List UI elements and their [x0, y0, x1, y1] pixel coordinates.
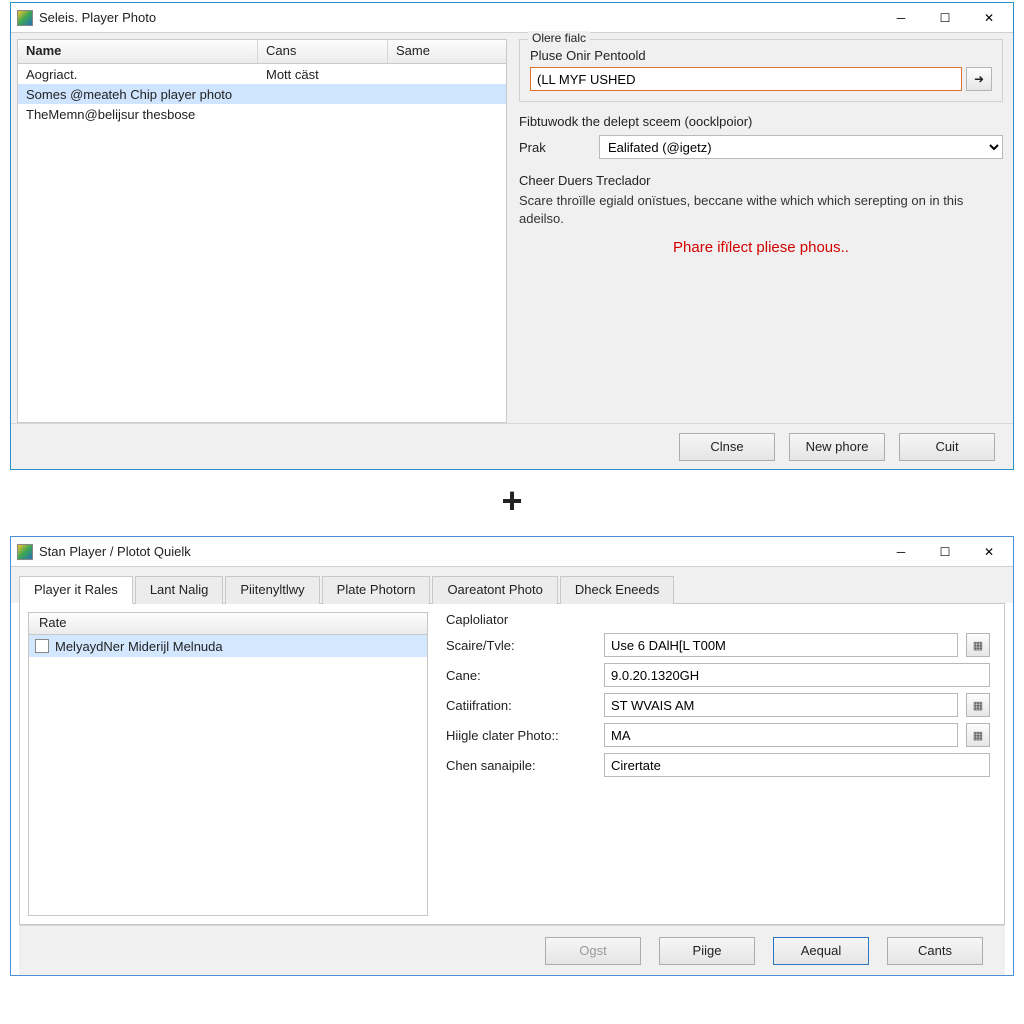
dialog-footer: Clnse New phore Cuit	[11, 423, 1013, 469]
tab-oareatont-photo[interactable]: Oareatont Photo	[432, 576, 557, 604]
scare-label: Scaire/Tvle:	[446, 638, 596, 653]
go-arrow-button[interactable]: ➜	[966, 67, 992, 91]
window-title: Seleis. Player Photo	[39, 10, 879, 25]
cap-legend: Caploliator	[446, 612, 990, 627]
maximize-button[interactable]: ☐	[923, 538, 967, 566]
section-title: Cheer Duers Treclador	[519, 173, 1003, 188]
window-stan-player: Stan Player / Plotot Quielk ─ ☐ ✕ Player…	[10, 536, 1014, 976]
rate-header[interactable]: Rate	[29, 613, 427, 635]
new-phore-button[interactable]: New phore	[789, 433, 885, 461]
maximize-button[interactable]: ☐	[923, 4, 967, 32]
tab-client: Rate MelyaydNer Miderijl Melnuda Caploli…	[19, 603, 1005, 925]
list-row[interactable]: TheMemn@belijsur thesbose	[18, 104, 506, 124]
minimize-button[interactable]: ─	[879, 4, 923, 32]
player-list[interactable]: Name Cans Same Aogriact. Mott cäst Somes…	[17, 39, 507, 423]
list-row[interactable]: Aogriact. Mott cäst	[18, 64, 506, 84]
plus-icon: +	[0, 480, 1024, 522]
prak-label: Prak	[519, 140, 589, 155]
ogst-button[interactable]: Ogst	[545, 937, 641, 965]
titlebar[interactable]: Stan Player / Plotot Quielk ─ ☐ ✕	[11, 537, 1013, 567]
window-select-player-photo: Seleis. Player Photo ─ ☐ ✕ Name Cans Sam…	[10, 2, 1014, 470]
rate-checkbox[interactable]	[35, 639, 49, 653]
cat-input[interactable]	[604, 693, 958, 717]
app-icon	[17, 544, 33, 560]
app-icon	[17, 10, 33, 26]
tab-dheck-eneeds[interactable]: Dheck Eneeds	[560, 576, 675, 604]
tab-plate-photorn[interactable]: Plate Photorn	[322, 576, 431, 604]
qr-icon[interactable]: ▦	[966, 693, 990, 717]
prak-combobox[interactable]: Ealifated (@igetz)	[599, 135, 1003, 159]
col-cans[interactable]: Cans	[258, 40, 388, 63]
qr-icon[interactable]: ▦	[966, 723, 990, 747]
window-title: Stan Player / Plotot Quielk	[39, 544, 879, 559]
chen-label: Chen sanaipile:	[446, 758, 596, 773]
pentoold-input[interactable]	[530, 67, 962, 91]
col-same[interactable]: Same	[388, 40, 506, 63]
cane-label: Cane:	[446, 668, 596, 683]
dialog-footer: Ogst Piige Aequal Cants	[19, 925, 1005, 975]
list-header: Name Cans Same	[18, 40, 506, 64]
cuit-button[interactable]: Cuit	[899, 433, 995, 461]
arrow-right-icon: ➜	[974, 72, 984, 86]
aequal-button[interactable]: Aequal	[773, 937, 869, 965]
caploliator-panel: Caploliator Scaire/Tvle: ▦ Cane: Catiifr…	[440, 612, 996, 916]
col-name[interactable]: Name	[18, 40, 258, 63]
tab-lant-nalig[interactable]: Lant Nalig	[135, 576, 224, 604]
description-text: Scare throïlle egiald onïstues, beccane …	[519, 192, 1003, 227]
qr-icon[interactable]: ▦	[966, 633, 990, 657]
pige-button[interactable]: Piige	[659, 937, 755, 965]
cants-button[interactable]: Cants	[887, 937, 983, 965]
hig-input[interactable]	[604, 723, 958, 747]
tab-player-rales[interactable]: Player it Rales	[19, 576, 133, 604]
group-olere-fialc: Olere fialc Pluse Onir Pentoold ➜	[519, 39, 1003, 102]
list-row[interactable]: Somes @meateh Chip player photo	[18, 84, 506, 104]
hig-label: Hiigle clater Photo::	[446, 728, 596, 743]
minimize-button[interactable]: ─	[879, 538, 923, 566]
close-button[interactable]: ✕	[967, 4, 1011, 32]
group-legend: Olere fialc	[528, 31, 590, 45]
tab-pitenyltlwy[interactable]: Piitenyltlwy	[225, 576, 319, 604]
chen-input[interactable]	[604, 753, 990, 777]
scare-input[interactable]	[604, 633, 958, 657]
cane-input[interactable]	[604, 663, 990, 687]
field-label: Pluse Onir Pentoold	[530, 48, 992, 63]
warning-text: Phare ifïlect pliese phous..	[519, 239, 1003, 256]
close-button[interactable]: ✕	[967, 538, 1011, 566]
rate-item-label: MelyaydNer Miderijl Melnuda	[55, 639, 223, 654]
section-title: Fibtuwodk the delept sceem (oocklpoior)	[519, 114, 1003, 129]
cat-label: Catiifration:	[446, 698, 596, 713]
tab-strip: Player it Rales Lant Nalig Piitenyltlwy …	[11, 567, 1013, 603]
titlebar[interactable]: Seleis. Player Photo ─ ☐ ✕	[11, 3, 1013, 33]
rate-list[interactable]: Rate MelyaydNer Miderijl Melnuda	[28, 612, 428, 916]
rate-row[interactable]: MelyaydNer Miderijl Melnuda	[29, 635, 427, 657]
close-button[interactable]: Clnse	[679, 433, 775, 461]
